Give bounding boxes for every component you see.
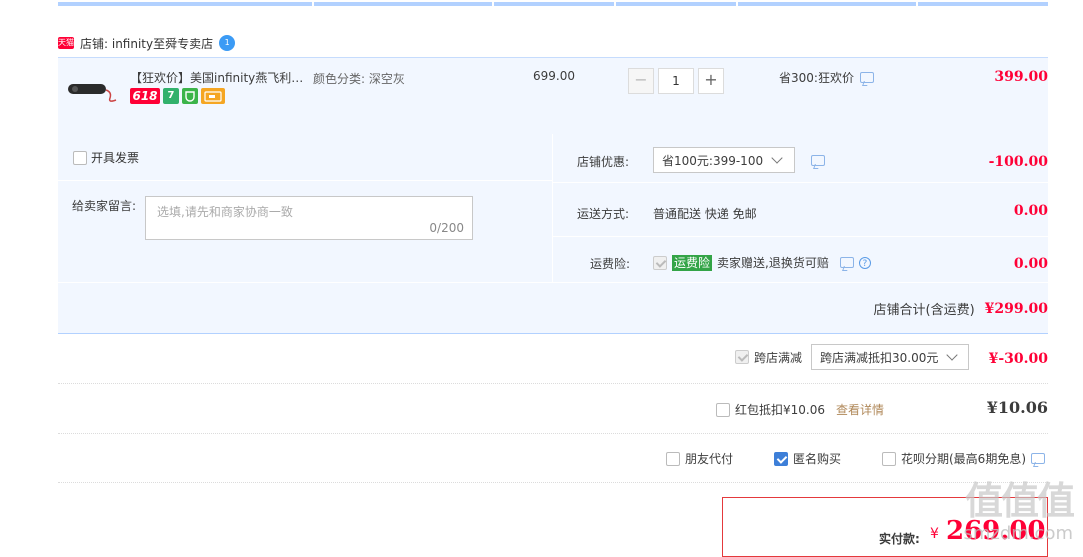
tag-seven-day-return: 7 (163, 88, 179, 104)
message-label: 给卖家留言: (72, 199, 137, 213)
watermark-url: smzdm.com (963, 523, 1074, 544)
anonymous-checkbox[interactable] (774, 451, 788, 466)
credit-card-icon (201, 88, 225, 104)
friend-pay-option[interactable]: 朋友代付 (666, 450, 733, 467)
cross-store-value: 跨店满减抵扣30.00元 (820, 350, 939, 365)
shop-discount-value: 省100元:399-100 (662, 153, 764, 168)
shipping-label: 运送方式: (577, 207, 630, 221)
huabei-installment-option[interactable]: 花呗分期(最高6期免息) (882, 450, 1045, 467)
shipping-value: 普通配送 快递 免邮 (653, 207, 757, 221)
red-packet-option[interactable]: 红包抵扣¥10.06 查看详情 (716, 401, 884, 418)
message-char-count: 0/200 (429, 221, 464, 235)
item-promo-text: 省300:狂欢价 (779, 71, 854, 85)
quantity-input[interactable]: 1 (658, 68, 694, 94)
row-divider (58, 383, 1048, 384)
options-divider (552, 134, 553, 282)
shop-discount-select[interactable]: 省100元:399-100 (653, 147, 795, 173)
friend-pay-checkbox[interactable] (666, 451, 680, 466)
red-packet-details-link[interactable]: 查看详情 (836, 401, 884, 418)
shop-total-label: 店铺合计(含运费) (873, 303, 975, 318)
huabei-checkbox[interactable] (882, 451, 896, 466)
watermark-logo: 值值值 (964, 479, 1075, 523)
item-subtotal: 399.00 (994, 69, 1048, 85)
anonymous-label: 匿名购买 (793, 452, 842, 466)
decrease-quantity-button[interactable]: − (628, 68, 654, 94)
cross-store-checkbox (735, 350, 749, 364)
row-divider (58, 433, 1048, 434)
shop-name[interactable]: 店铺: infinity至舜专卖店 (80, 35, 213, 52)
comment-icon[interactable] (1031, 453, 1045, 464)
red-packet-label: 红包抵扣¥10.06 (735, 403, 825, 417)
product-image[interactable] (66, 76, 120, 104)
comment-icon[interactable] (811, 155, 825, 166)
invoice-option[interactable]: 开具发票 (73, 149, 139, 166)
insurance-amount: 0.00 (1013, 256, 1048, 272)
cross-store-discount: 跨店满减 跨店满减抵扣30.00元 (735, 344, 970, 370)
shop-total-amount: ¥299.00 (984, 300, 1048, 317)
chevron-down-icon (771, 152, 783, 164)
guarantee-icon (182, 88, 198, 104)
invoice-checkbox[interactable] (73, 150, 87, 165)
final-currency: ¥ (930, 526, 939, 542)
options-row-divider (553, 236, 1048, 237)
message-placeholder: 选填,请先和商家协商一致 (157, 205, 293, 219)
friend-pay-label: 朋友代付 (685, 452, 734, 466)
comment-icon[interactable] (859, 72, 874, 83)
top-divider-bar (58, 2, 1048, 6)
tag-618: 618 (130, 88, 160, 104)
options-row-divider (58, 180, 552, 181)
wangwang-chat-icon[interactable]: 1 (219, 35, 236, 51)
shop-discount-label: 店铺优惠: (577, 155, 630, 169)
product-title[interactable]: 【狂欢价】美国infinity燕飞利仕 蓝牙音箱 (130, 69, 305, 86)
insurance-label: 运费险: (590, 257, 631, 271)
red-packet-amount: ¥10.06 (986, 398, 1048, 417)
comment-icon[interactable] (839, 257, 854, 268)
row-divider (58, 482, 1048, 483)
promo-tags: 618 7 (130, 88, 225, 104)
increase-quantity-button[interactable]: + (698, 68, 724, 94)
anonymous-purchase-option[interactable]: 匿名购买 (774, 450, 841, 467)
quantity-stepper: − 1 + (628, 68, 724, 94)
insurance-checkbox (653, 255, 667, 270)
cross-store-select[interactable]: 跨店满减抵扣30.00元 (811, 344, 970, 370)
huabei-label: 花呗分期(最高6期免息) (901, 452, 1026, 466)
shipping-amount: 0.00 (1013, 203, 1048, 219)
item-promo: 省300:狂欢价 (779, 69, 874, 86)
shop-discount-amount: -100.00 (988, 154, 1048, 170)
red-packet-checkbox[interactable] (716, 402, 730, 417)
insurance-text: 卖家赠送,退换货可赔 (717, 256, 829, 270)
sku-info: 颜色分类: 深空灰 (313, 72, 405, 86)
insurance-badge: 运费险 (672, 254, 713, 271)
help-icon[interactable]: ? (858, 256, 871, 269)
tmall-icon: 天猫 (58, 37, 74, 49)
shop-total: 店铺合计(含运费) ¥299.00 (873, 299, 1048, 319)
cross-store-label: 跨店满减 (754, 350, 803, 365)
cross-store-amount: ¥-30.00 (988, 351, 1048, 367)
message-textarea[interactable]: 选填,请先和商家协商一致 0/200 (145, 196, 473, 240)
unit-price: 699.00 (533, 69, 575, 83)
shop-header: 天猫 店铺: infinity至舜专卖店 1 (58, 33, 236, 53)
options-row-divider (553, 182, 1048, 183)
invoice-label: 开具发票 (91, 151, 140, 165)
insurance-info: 运费险 卖家赠送,退换货可赔 ? (653, 254, 871, 271)
final-pay-label: 实付款: (879, 532, 920, 546)
chevron-down-icon (946, 349, 959, 361)
